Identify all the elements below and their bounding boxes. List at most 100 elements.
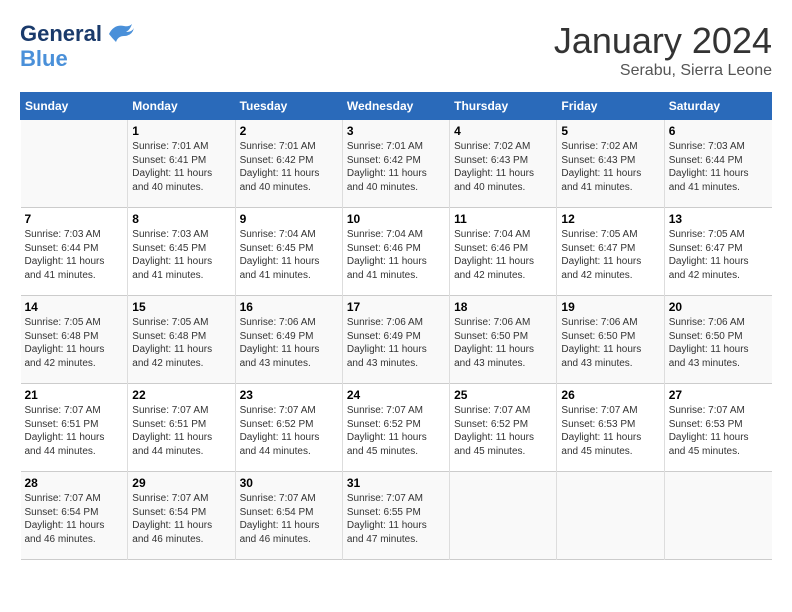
day-info: Sunrise: 7:01 AM Sunset: 6:41 PM Dayligh… bbox=[132, 140, 230, 194]
calendar-cell: 26 Sunrise: 7:07 AM Sunset: 6:53 PM Dayli… bbox=[557, 384, 664, 472]
calendar-cell: 15Sunrise: 7:05 AM Sunset: 6:48 PM Dayli… bbox=[128, 296, 235, 384]
page: General Blue January 2024 Serabu, Sierra… bbox=[0, 0, 792, 612]
logo: General Blue bbox=[20, 20, 134, 70]
day-number: 6 bbox=[669, 124, 768, 138]
day-info: Sunrise: 7:05 AM Sunset: 6:47 PM Dayligh… bbox=[669, 228, 768, 282]
calendar-cell: 28 Sunrise: 7:07 AM Sunset: 6:54 PM Dayli… bbox=[21, 472, 128, 560]
day-number: 3 bbox=[347, 124, 445, 138]
day-info: Sunrise: 7:07 AM Sunset: 6:53 PM Dayligh… bbox=[669, 404, 768, 458]
col-header-sunday: Sunday bbox=[21, 93, 128, 120]
day-number: 1 bbox=[132, 124, 230, 138]
calendar-cell: 6Sunrise: 7:03 AM Sunset: 6:44 PM Daylig… bbox=[664, 120, 771, 208]
day-info: Sunrise: 7:03 AM Sunset: 6:45 PM Dayligh… bbox=[132, 228, 230, 282]
calendar-cell: 14 Sunrise: 7:05 AM Sunset: 6:48 PM Dayli… bbox=[21, 296, 128, 384]
col-header-tuesday: Tuesday bbox=[235, 93, 342, 120]
day-info: Sunrise: 7:06 AM Sunset: 6:50 PM Dayligh… bbox=[561, 316, 659, 370]
location-subtitle: Serabu, Sierra Leone bbox=[554, 62, 772, 80]
calendar-week-row: 14 Sunrise: 7:05 AM Sunset: 6:48 PM Dayli… bbox=[21, 296, 772, 384]
calendar-cell: 3 Sunrise: 7:01 AM Sunset: 6:42 PM Daylig… bbox=[342, 120, 449, 208]
day-number: 12 bbox=[561, 212, 659, 226]
day-info: Sunrise: 7:07 AM Sunset: 6:51 PM Dayligh… bbox=[25, 404, 124, 458]
day-number: 26 bbox=[561, 388, 659, 402]
calendar-cell: 19 Sunrise: 7:06 AM Sunset: 6:50 PM Dayli… bbox=[557, 296, 664, 384]
calendar-cell: 17 Sunrise: 7:06 AM Sunset: 6:49 PM Dayli… bbox=[342, 296, 449, 384]
day-info: Sunrise: 7:06 AM Sunset: 6:50 PM Dayligh… bbox=[454, 316, 552, 370]
day-number: 19 bbox=[561, 300, 659, 314]
calendar-cell: 21 Sunrise: 7:07 AM Sunset: 6:51 PM Dayli… bbox=[21, 384, 128, 472]
calendar-header-row: SundayMondayTuesdayWednesdayThursdayFrid… bbox=[21, 93, 772, 120]
calendar-table: SundayMondayTuesdayWednesdayThursdayFrid… bbox=[20, 92, 772, 560]
day-number: 28 bbox=[25, 476, 124, 490]
day-info: Sunrise: 7:06 AM Sunset: 6:50 PM Dayligh… bbox=[669, 316, 768, 370]
calendar-cell: 9 Sunrise: 7:04 AM Sunset: 6:45 PM Daylig… bbox=[235, 208, 342, 296]
calendar-week-row: 1 Sunrise: 7:01 AM Sunset: 6:41 PM Daylig… bbox=[21, 120, 772, 208]
day-info: Sunrise: 7:03 AM Sunset: 6:44 PM Dayligh… bbox=[25, 228, 124, 282]
day-info: Sunrise: 7:02 AM Sunset: 6:43 PM Dayligh… bbox=[561, 140, 659, 194]
col-header-thursday: Thursday bbox=[450, 93, 557, 120]
calendar-cell: 22 Sunrise: 7:07 AM Sunset: 6:51 PM Dayli… bbox=[128, 384, 235, 472]
calendar-cell bbox=[664, 472, 771, 560]
calendar-cell: 20Sunrise: 7:06 AM Sunset: 6:50 PM Dayli… bbox=[664, 296, 771, 384]
day-info: Sunrise: 7:04 AM Sunset: 6:46 PM Dayligh… bbox=[454, 228, 552, 282]
calendar-cell bbox=[557, 472, 664, 560]
day-number: 14 bbox=[25, 300, 124, 314]
day-number: 29 bbox=[132, 476, 230, 490]
calendar-week-row: 7 Sunrise: 7:03 AM Sunset: 6:44 PM Daylig… bbox=[21, 208, 772, 296]
month-title: January 2024 bbox=[554, 20, 772, 62]
day-info: Sunrise: 7:01 AM Sunset: 6:42 PM Dayligh… bbox=[240, 140, 338, 194]
day-number: 31 bbox=[347, 476, 445, 490]
logo-blue-text: Blue bbox=[20, 48, 68, 70]
day-info: Sunrise: 7:02 AM Sunset: 6:43 PM Dayligh… bbox=[454, 140, 552, 194]
day-number: 22 bbox=[132, 388, 230, 402]
calendar-cell: 12 Sunrise: 7:05 AM Sunset: 6:47 PM Dayli… bbox=[557, 208, 664, 296]
day-number: 30 bbox=[240, 476, 338, 490]
col-header-friday: Friday bbox=[557, 93, 664, 120]
day-number: 17 bbox=[347, 300, 445, 314]
day-number: 13 bbox=[669, 212, 768, 226]
calendar-cell: 1 Sunrise: 7:01 AM Sunset: 6:41 PM Daylig… bbox=[128, 120, 235, 208]
calendar-cell: 30Sunrise: 7:07 AM Sunset: 6:54 PM Dayli… bbox=[235, 472, 342, 560]
day-number: 21 bbox=[25, 388, 124, 402]
logo-bird-icon bbox=[104, 20, 134, 48]
calendar-cell bbox=[450, 472, 557, 560]
day-info: Sunrise: 7:07 AM Sunset: 6:55 PM Dayligh… bbox=[347, 492, 445, 546]
calendar-cell bbox=[21, 120, 128, 208]
calendar-cell: 11Sunrise: 7:04 AM Sunset: 6:46 PM Dayli… bbox=[450, 208, 557, 296]
col-header-saturday: Saturday bbox=[664, 93, 771, 120]
calendar-cell: 10Sunrise: 7:04 AM Sunset: 6:46 PM Dayli… bbox=[342, 208, 449, 296]
day-info: Sunrise: 7:07 AM Sunset: 6:54 PM Dayligh… bbox=[132, 492, 230, 546]
day-info: Sunrise: 7:05 AM Sunset: 6:47 PM Dayligh… bbox=[561, 228, 659, 282]
calendar-cell: 25 Sunrise: 7:07 AM Sunset: 6:52 PM Dayli… bbox=[450, 384, 557, 472]
calendar-cell: 4 Sunrise: 7:02 AM Sunset: 6:43 PM Daylig… bbox=[450, 120, 557, 208]
day-info: Sunrise: 7:06 AM Sunset: 6:49 PM Dayligh… bbox=[347, 316, 445, 370]
calendar-cell: 18Sunrise: 7:06 AM Sunset: 6:50 PM Dayli… bbox=[450, 296, 557, 384]
day-info: Sunrise: 7:05 AM Sunset: 6:48 PM Dayligh… bbox=[25, 316, 124, 370]
day-info: Sunrise: 7:07 AM Sunset: 6:53 PM Dayligh… bbox=[561, 404, 659, 458]
day-number: 2 bbox=[240, 124, 338, 138]
day-number: 5 bbox=[561, 124, 659, 138]
header: General Blue January 2024 Serabu, Sierra… bbox=[20, 20, 772, 80]
day-info: Sunrise: 7:04 AM Sunset: 6:45 PM Dayligh… bbox=[240, 228, 338, 282]
day-info: Sunrise: 7:04 AM Sunset: 6:46 PM Dayligh… bbox=[347, 228, 445, 282]
day-info: Sunrise: 7:07 AM Sunset: 6:52 PM Dayligh… bbox=[454, 404, 552, 458]
day-info: Sunrise: 7:07 AM Sunset: 6:54 PM Dayligh… bbox=[25, 492, 124, 546]
col-header-monday: Monday bbox=[128, 93, 235, 120]
day-number: 25 bbox=[454, 388, 552, 402]
day-number: 27 bbox=[669, 388, 768, 402]
calendar-week-row: 21 Sunrise: 7:07 AM Sunset: 6:51 PM Dayli… bbox=[21, 384, 772, 472]
day-number: 9 bbox=[240, 212, 338, 226]
day-number: 4 bbox=[454, 124, 552, 138]
day-info: Sunrise: 7:07 AM Sunset: 6:51 PM Dayligh… bbox=[132, 404, 230, 458]
day-info: Sunrise: 7:07 AM Sunset: 6:52 PM Dayligh… bbox=[240, 404, 338, 458]
calendar-cell: 24Sunrise: 7:07 AM Sunset: 6:52 PM Dayli… bbox=[342, 384, 449, 472]
calendar-cell: 27 Sunrise: 7:07 AM Sunset: 6:53 PM Dayli… bbox=[664, 384, 771, 472]
calendar-cell: 5 Sunrise: 7:02 AM Sunset: 6:43 PM Daylig… bbox=[557, 120, 664, 208]
calendar-cell: 23Sunrise: 7:07 AM Sunset: 6:52 PM Dayli… bbox=[235, 384, 342, 472]
calendar-cell: 31 Sunrise: 7:07 AM Sunset: 6:55 PM Dayli… bbox=[342, 472, 449, 560]
calendar-cell: 16Sunrise: 7:06 AM Sunset: 6:49 PM Dayli… bbox=[235, 296, 342, 384]
day-number: 24 bbox=[347, 388, 445, 402]
day-number: 7 bbox=[25, 212, 124, 226]
day-number: 8 bbox=[132, 212, 230, 226]
day-info: Sunrise: 7:01 AM Sunset: 6:42 PM Dayligh… bbox=[347, 140, 445, 194]
calendar-cell: 8 Sunrise: 7:03 AM Sunset: 6:45 PM Daylig… bbox=[128, 208, 235, 296]
